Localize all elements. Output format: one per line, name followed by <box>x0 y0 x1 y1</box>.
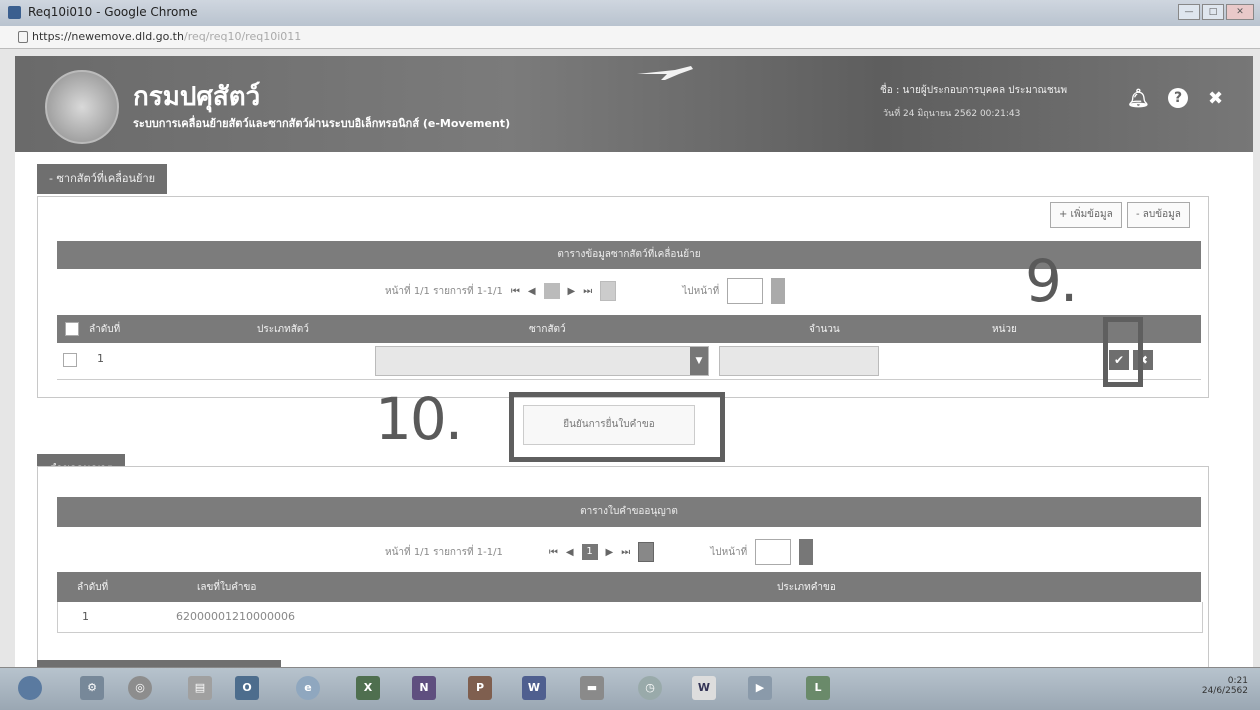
app-header: กรมปศุสัตว์ ระบบการเคลื่อนย้ายสัตว์และซา… <box>15 56 1253 152</box>
carcass-select[interactable]: ▼ <box>375 346 709 376</box>
col-request-no: เลขที่ใบคำขอ <box>197 582 257 593</box>
next-page-icon[interactable]: ▶ <box>606 547 614 558</box>
clock-date: 24/6/2562 <box>1201 686 1248 696</box>
close-icon[interactable]: ✖ <box>1208 88 1223 109</box>
maximize-button[interactable]: □ <box>1202 4 1224 20</box>
request-table-header: ลำดับที่ เลขที่ใบคำขอ ประเภทคำขอ <box>57 572 1201 602</box>
clock-time: 0:21 <box>1227 676 1248 686</box>
media-icon[interactable]: ▶ <box>748 676 772 700</box>
movement-table-header: ลำดับที่ ประเภทสัตว์ ซากสัตว์ จำนวน หน่ว… <box>57 315 1201 343</box>
app-icon[interactable]: ⚙ <box>80 676 104 700</box>
system-name: ระบบการเคลื่อนย้ายสัตว์และซากสัตว์ผ่านระ… <box>133 117 511 130</box>
airplane-icon <box>637 66 693 80</box>
row-no: 1 <box>82 610 89 623</box>
word-icon[interactable]: W <box>522 676 546 700</box>
bell-icon[interactable]: 🔔︎ <box>1127 88 1150 109</box>
step-9-highlight <box>1103 317 1143 387</box>
window-controls: — □ ✕ <box>1178 4 1254 20</box>
prev-page-icon[interactable]: ◀ <box>528 286 536 297</box>
ie-icon[interactable]: e <box>296 676 320 700</box>
row-no: 1 <box>97 352 104 365</box>
request-grid-title: ตารางใบคำขออนุญาต <box>57 497 1201 527</box>
pager-summary: หน้าที่ 1/1 รายการที่ 1-1/1 <box>385 285 503 297</box>
word-doc-icon[interactable]: W <box>692 676 716 700</box>
printer-icon[interactable]: ▬ <box>580 676 604 700</box>
goto-label: ไปหน้าที่ <box>682 285 720 297</box>
col-carcass: ซากสัตว์ <box>529 324 566 335</box>
add-record-button[interactable]: + เพิ่มข้อมูล <box>1050 202 1122 228</box>
col-unit: หน่วย <box>992 324 1017 335</box>
outlook-icon[interactable]: O <box>235 676 259 700</box>
row-checkbox[interactable] <box>63 353 77 367</box>
tab-movement-carcass[interactable]: - ซากสัตว์ที่เคลื่อนย้าย <box>37 164 168 194</box>
login-time: วันที่ 24 มิถุนายน 2562 00:21:43 <box>883 109 1021 119</box>
first-page-icon[interactable]: ⏮ <box>549 547 558 558</box>
department-seal-logo <box>45 70 119 144</box>
next-page-icon[interactable]: ▶ <box>568 286 576 297</box>
line-icon[interactable]: L <box>806 676 830 700</box>
window-close-button[interactable]: ✕ <box>1226 4 1254 20</box>
col-animal-type: ประเภทสัตว์ <box>257 324 309 335</box>
movement-pager: หน้าที่ 1/1 รายการที่ 1-1/1 ⏮ ◀ ▶ ⏭ ไปหน… <box>385 278 786 304</box>
department-name: กรมปศุสัตว์ <box>133 82 261 112</box>
address-bar[interactable]: https://newemove.dld.go.th/req/req10/req… <box>0 26 1260 49</box>
chrome-favicon-icon <box>8 6 21 19</box>
os-taskbar: ⚙ ◎ ▤ O e X N P W ▬ ◷ W ▶ L 0:21 24/6/25… <box>0 667 1260 710</box>
chevron-down-icon: ▼ <box>690 347 708 375</box>
excel-icon[interactable]: X <box>356 676 380 700</box>
step-9-annotation: 9. <box>1025 247 1078 315</box>
goto-page-spinner[interactable] <box>799 539 814 565</box>
last-page-icon[interactable]: ⏭ <box>583 286 592 297</box>
pager-summary: หน้าที่ 1/1 รายการที่ 1-1/1 <box>385 546 503 558</box>
help-icon[interactable]: ? <box>1168 88 1188 108</box>
page-size-dropdown[interactable] <box>600 281 617 301</box>
first-page-icon[interactable]: ⏮ <box>511 286 520 297</box>
table-row: 1 ▼ ✔ ✖ <box>57 343 1201 380</box>
current-page[interactable] <box>543 283 560 299</box>
goto-page-input[interactable] <box>755 539 792 565</box>
select-all-checkbox[interactable] <box>65 322 79 336</box>
window-title: Req10i010 - Google Chrome <box>28 5 198 19</box>
remove-record-button[interactable]: - ลบข้อมูล <box>1127 202 1190 228</box>
quantity-input[interactable] <box>719 346 879 376</box>
goto-page-input[interactable] <box>727 278 764 304</box>
goto-page-spinner[interactable] <box>771 278 786 304</box>
current-page[interactable]: 1 <box>581 544 598 560</box>
user-name: ชื่อ : นายผู้ประกอบการบุคคล ประมาณชนพ <box>880 85 1068 96</box>
step-10-annotation: 10. <box>375 385 463 453</box>
col-request-type: ประเภทคำขอ <box>777 582 836 593</box>
table-row[interactable]: 1 62000001210000006 <box>57 602 1203 633</box>
page-size-dropdown[interactable] <box>638 542 655 562</box>
col-quantity: จำนวน <box>809 324 840 335</box>
col-no: ลำดับที่ <box>89 324 121 335</box>
browser-titlebar: Req10i010 - Google Chrome — □ ✕ <box>0 0 1260 27</box>
prev-page-icon[interactable]: ◀ <box>566 547 574 558</box>
last-page-icon[interactable]: ⏭ <box>621 547 630 558</box>
confirm-submit-button[interactable]: ยืนยันการยื่นใบคำขอ <box>523 405 695 445</box>
page-content: - ซากสัตว์ที่เคลื่อนย้าย + เพิ่มข้อมูล -… <box>15 152 1253 668</box>
minimize-button[interactable]: — <box>1178 4 1200 20</box>
goto-label: ไปหน้าที่ <box>710 546 748 558</box>
col-no: ลำดับที่ <box>77 582 109 593</box>
onenote-icon[interactable]: N <box>412 676 436 700</box>
request-pager: หน้าที่ 1/1 รายการที่ 1-1/1 ⏮ ◀ 1 ▶ ⏭ ไป… <box>385 539 814 565</box>
files-icon[interactable]: ▤ <box>188 676 212 700</box>
system-tray[interactable]: 0:21 24/6/2562 <box>1202 676 1248 696</box>
url-text[interactable]: https://newemove.dld.go.th/req/req10/req… <box>32 30 301 43</box>
chrome-icon[interactable]: ◎ <box>128 676 152 700</box>
lock-icon <box>18 31 28 43</box>
powerpoint-icon[interactable]: P <box>468 676 492 700</box>
request-number[interactable]: 62000001210000006 <box>176 610 295 623</box>
start-orb-icon[interactable] <box>18 676 42 700</box>
clock-app-icon[interactable]: ◷ <box>638 676 662 700</box>
